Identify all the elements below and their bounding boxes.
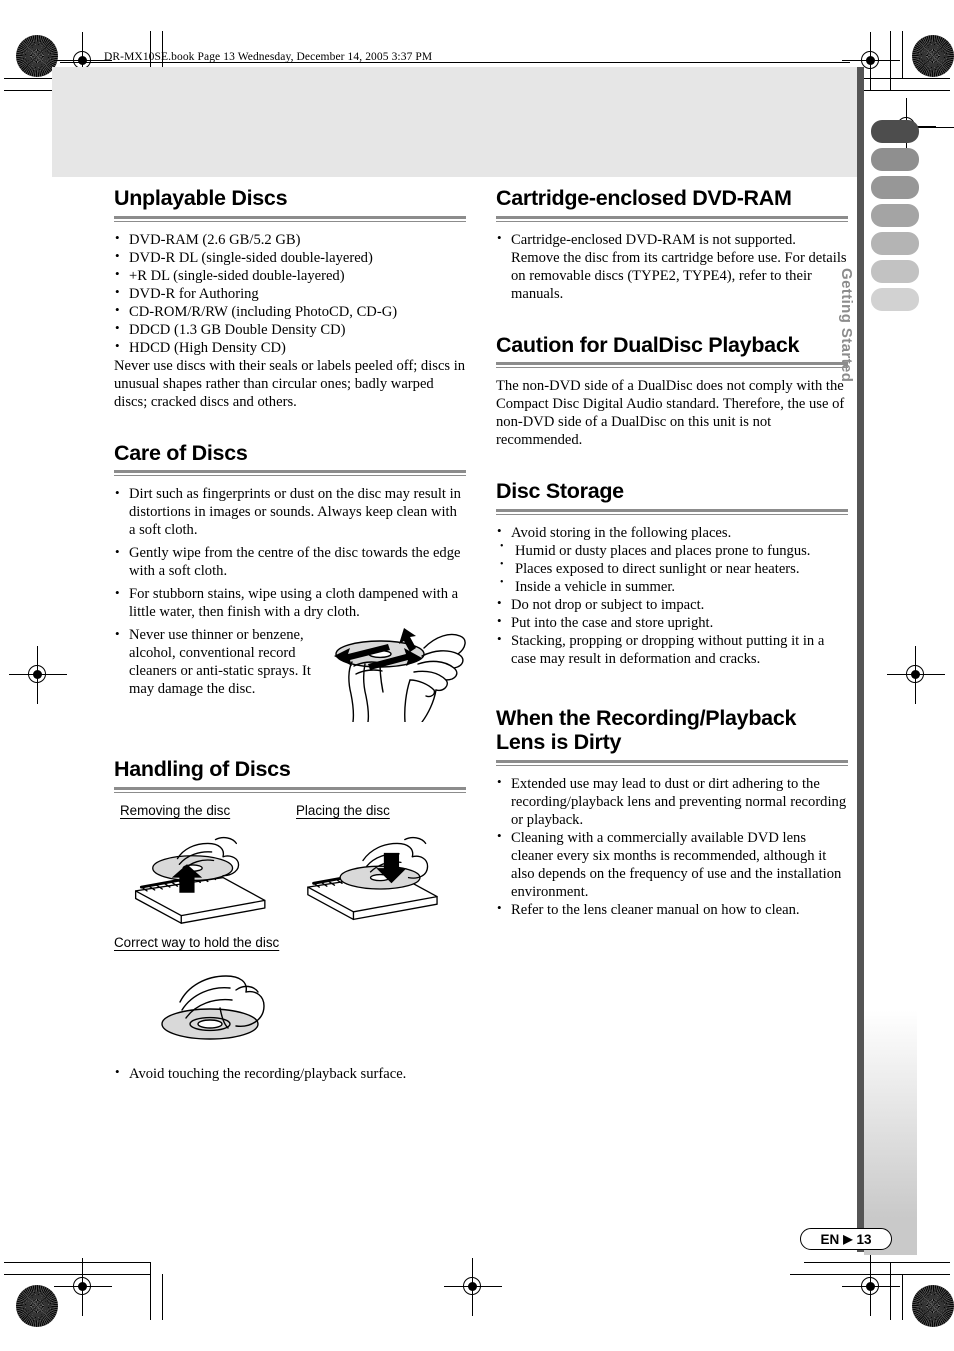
figure-caption-hold: Correct way to hold the disc [114, 934, 280, 950]
book-info-text: DR-MX10SE.book Page 13 Wednesday, Decemb… [104, 51, 433, 63]
thumb-index-tab-1[interactable] [871, 120, 919, 143]
thumb-index-tab-7[interactable] [871, 288, 919, 311]
list-item: DVD-R for Authoring [114, 284, 466, 303]
list-item: CD-ROM/R/RW (including PhotoCD, CD-G) [114, 302, 466, 321]
placing-disc-illustration [296, 832, 466, 932]
print-rosette-bottom-left [16, 1285, 58, 1327]
print-rosette-top-right [912, 35, 954, 77]
page-number-badge: EN ▶ 13 [800, 1228, 892, 1250]
list-item: Cartridge-enclosed DVD-RAM is not suppor… [496, 230, 848, 303]
heading-rule [114, 786, 466, 793]
list-item: Gently wipe from the centre of the disc … [114, 544, 466, 580]
registration-mark-bottom-centre [444, 1258, 502, 1316]
thumb-index-tab-5[interactable] [871, 232, 919, 255]
page-language-code: EN [820, 1231, 840, 1247]
list-item: Cleaning with a commercially available D… [496, 828, 848, 901]
left-column: Unplayable Discs DVD-RAM (2.6 GB/5.2 GB)… [114, 186, 466, 1083]
triangle-right-icon: ▶ [843, 1232, 853, 1246]
unplayable-discs-note: Never use discs with their seals or labe… [114, 357, 466, 410]
cartridge-list: Cartridge-enclosed DVD-RAM is not suppor… [496, 230, 848, 303]
list-item: DDCD (1.3 GB Double Density CD) [114, 320, 466, 339]
right-vertical-rule [857, 67, 864, 1252]
registration-mark-bottom-right [842, 1258, 900, 1316]
heading-care-of-discs: Care of Discs [114, 440, 248, 465]
list-item: +R DL (single-sided double-layered) [114, 266, 466, 285]
heading-handling-of-discs: Handling of Discs [114, 757, 291, 782]
list-item: Refer to the lens cleaner manual on how … [496, 900, 848, 919]
sub-list-item: Places exposed to direct sunlight or nea… [496, 559, 848, 578]
lens-list: Extended use may lead to dust or dirt ad… [496, 774, 848, 919]
figure-placing-disc: Placing the disc [296, 802, 466, 932]
disc-storage-sublist: Humid or dusty places and places prone t… [496, 541, 848, 596]
crop-mark-top-right-v [890, 31, 891, 91]
heading-cartridge-dvd-ram: Cartridge-enclosed DVD-RAM [496, 186, 792, 210]
disc-storage-list: Avoid storing in the following places. [496, 523, 848, 542]
figure-hold-disc: Correct way to hold the disc [114, 934, 466, 1057]
crop-mark-bottom-right-v2 [902, 1274, 903, 1320]
list-item: For stubborn stains, wipe using a cloth … [114, 585, 466, 621]
sub-list-item: Inside a vehicle in summer. [496, 577, 848, 596]
top-grey-band [52, 67, 857, 177]
care-of-discs-list: Dirt such as fingerprints or dust on the… [114, 485, 466, 723]
figure-caption-removing: Removing the disc [120, 802, 231, 818]
list-item: Do not drop or subject to impact. [496, 595, 848, 614]
right-column: Cartridge-enclosed DVD-RAM Cartridge-enc… [496, 186, 848, 919]
thumb-index-tab-6[interactable] [871, 260, 919, 283]
right-gradient-band [864, 1010, 917, 1255]
disc-storage-list-rest: Do not drop or subject to impact. Put in… [496, 595, 848, 668]
list-item: Stacking, propping or dropping without p… [496, 631, 848, 668]
heading-dualdisc-caution: Caution for DualDisc Playback [496, 332, 800, 357]
list-item: Extended use may lead to dust or dirt ad… [496, 774, 848, 829]
heading-rule [496, 362, 848, 369]
removing-disc-illustration [120, 832, 290, 932]
crop-mark-bottom-left-v [150, 1262, 151, 1320]
handling-figures-row-1: Removing the disc Placing the disc [114, 802, 466, 928]
sub-list-item: Humid or dusty places and places prone t… [496, 541, 848, 560]
dualdisc-body-text: The non-DVD side of a DualDisc does not … [496, 378, 845, 449]
heading-rule [496, 508, 848, 515]
heading-unplayable-discs: Unplayable Discs [114, 186, 288, 210]
crop-mark-top-right-v2 [902, 31, 903, 79]
figure-removing-disc: Removing the disc [120, 802, 290, 932]
print-rosette-bottom-right [912, 1285, 954, 1327]
registration-mark-bottom-left [54, 1258, 112, 1316]
crop-mark-bottom-left-v2 [162, 1274, 163, 1320]
list-item: HDCD (High Density CD) [114, 338, 466, 357]
registration-mark-right-mid [887, 646, 945, 704]
heading-disc-storage: Disc Storage [496, 479, 624, 504]
list-item: DVD-R DL (single-sided double-layered) [114, 248, 466, 267]
list-item: Avoid touching the recording/playback su… [114, 1064, 466, 1083]
manual-page: DR-MX10SE.book Page 13 Wednesday, Decemb… [0, 0, 954, 1351]
hold-disc-illustration [154, 966, 466, 1057]
thumb-index-tab-4[interactable] [871, 204, 919, 227]
list-item-text: Never use thinner or benzene, alcohol, c… [129, 627, 311, 698]
list-item: Put into the case and store upright. [496, 613, 848, 632]
unplayable-discs-list: DVD-RAM (2.6 GB/5.2 GB) DVD-R DL (single… [114, 230, 466, 357]
list-item: DVD-RAM (2.6 GB/5.2 GB) [114, 230, 466, 249]
crop-mark-bottom-right-v [890, 1262, 891, 1320]
disc-wiping-illustration [318, 622, 466, 723]
thumb-index-tab-2[interactable] [871, 148, 919, 171]
figure-caption-placing: Placing the disc [296, 802, 390, 818]
page-number: 13 [856, 1231, 872, 1247]
list-item: Dirt such as fingerprints or dust on the… [114, 485, 466, 539]
list-item: Avoid storing in the following places. [496, 523, 848, 542]
heading-lens-dirty: When the Recording/Playback Lens is Dirt… [496, 705, 797, 755]
list-item-with-figure: Never use thinner or benzene, alcohol, c… [114, 626, 466, 723]
heading-rule [496, 759, 848, 766]
registration-mark-left-mid [9, 646, 67, 704]
handling-note-list: Avoid touching the recording/playback su… [114, 1064, 466, 1083]
heading-rule [496, 215, 848, 222]
crop-mark-bottom-right-h [804, 1262, 950, 1263]
heading-rule [114, 215, 466, 222]
thumb-index-tab-3[interactable] [871, 176, 919, 199]
crop-mark-bottom-left-h [4, 1262, 150, 1263]
heading-rule [114, 470, 466, 477]
